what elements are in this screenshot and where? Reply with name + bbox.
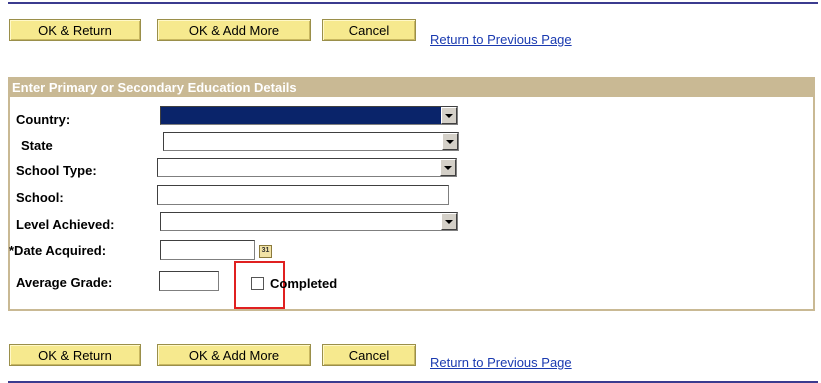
group-header: Enter Primary or Secondary Education Det… [10,79,813,97]
average-grade-input[interactable] [159,271,219,291]
state-select[interactable] [163,132,459,151]
chevron-down-icon[interactable] [441,107,457,124]
country-label: Country: [16,112,71,127]
ok-return-button-bottom[interactable]: OK & Return [9,344,141,366]
return-to-previous-page-link[interactable]: Return to Previous Page [430,32,572,47]
return-to-previous-page-link-bottom[interactable]: Return to Previous Page [430,355,572,370]
cancel-button[interactable]: Cancel [322,19,416,41]
calendar-icon[interactable]: 31 [259,245,272,258]
level-achieved-label: Level Achieved: [16,217,115,232]
completed-label: Completed [270,276,338,291]
chevron-down-icon[interactable] [440,159,456,176]
school-type-select[interactable] [157,158,457,177]
ok-return-button[interactable]: OK & Return [9,19,141,41]
average-grade-label: Average Grade: [16,275,113,290]
school-input[interactable] [157,185,449,205]
school-type-label: School Type: [16,163,97,178]
top-divider [8,2,818,4]
chevron-down-icon[interactable] [441,213,457,230]
chevron-down-icon[interactable] [442,133,458,150]
completed-checkbox[interactable] [251,277,264,290]
school-label: School: [16,190,64,205]
state-label: State [21,138,53,153]
date-acquired-label: *Date Acquired: [9,243,107,258]
country-select[interactable] [160,106,458,125]
date-acquired-input[interactable] [160,240,255,260]
ok-add-more-button[interactable]: OK & Add More [157,19,311,41]
cancel-button-bottom[interactable]: Cancel [322,344,416,366]
level-achieved-select[interactable] [160,212,458,231]
ok-add-more-button-bottom[interactable]: OK & Add More [157,344,311,366]
